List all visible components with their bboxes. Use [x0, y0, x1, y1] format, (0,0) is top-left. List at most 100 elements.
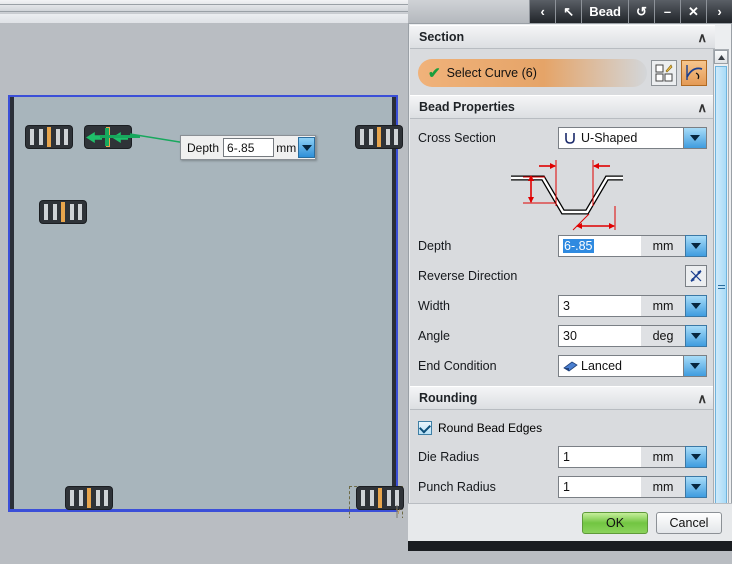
u-shape-icon — [559, 131, 581, 145]
select-curve-icon[interactable] — [681, 60, 707, 86]
depth-label: Depth — [418, 239, 452, 253]
inline-depth-input-box[interactable]: Depth 6-.85 mm — [180, 135, 316, 160]
reverse-direction-slot — [558, 265, 707, 287]
cancel-button[interactable]: Cancel — [656, 511, 722, 534]
width-stepper-button[interactable] — [685, 295, 707, 317]
dialog-titlebar-buttons[interactable]: ‹ ↖ Bead ↺ – ✕ › — [529, 0, 732, 23]
section-body-rounding: Round Bead Edges Die Radius 1 mm Punch R… — [410, 410, 715, 507]
select-curve-label: Select Curve (6) — [446, 66, 537, 80]
die-radius-stepper-button[interactable] — [685, 446, 707, 468]
ok-button[interactable]: OK — [582, 511, 648, 534]
cross-section-select[interactable]: U-Shaped — [558, 127, 707, 149]
sketch-glyph — [655, 64, 673, 82]
sketch-section-icon[interactable] — [651, 60, 677, 86]
cross-section-row: Cross Section U-Shaped — [418, 125, 707, 151]
u-shape-glyph — [565, 133, 575, 144]
part-edge-left — [10, 97, 14, 510]
rounding-title: Rounding — [419, 391, 478, 405]
angle-unit: deg — [641, 325, 685, 347]
die-radius-field[interactable]: 1 mm — [558, 446, 707, 468]
depth-input[interactable]: 6-.85 — [558, 235, 641, 257]
bead-dialog[interactable]: ‹ ↖ Bead ↺ – ✕ › Section ∧ ✔ Select Curv… — [408, 0, 732, 551]
bead-marker-stripe — [361, 490, 365, 506]
angle-field[interactable]: 30 deg — [558, 325, 707, 347]
bead-marker[interactable] — [356, 126, 402, 148]
angle-input[interactable]: 30 — [558, 325, 641, 347]
bead-marker-stripe — [56, 129, 60, 145]
depth-row: Depth 6-.85 mm — [418, 233, 707, 259]
bead-marker-stripe — [78, 204, 82, 220]
width-row: Width 3 mm — [418, 293, 707, 319]
bead-marker-stripe — [395, 490, 399, 506]
forward-arrow-icon[interactable]: › — [706, 0, 732, 23]
check-icon: ✔ — [428, 65, 441, 82]
round-bead-edges-row[interactable]: Round Bead Edges — [418, 417, 707, 439]
scroll-up-button[interactable] — [714, 50, 728, 64]
round-bead-edges-label: Round Bead Edges — [438, 421, 543, 435]
bead-marker-stripe — [70, 490, 74, 506]
chevron-down-icon — [691, 303, 701, 309]
angle-stepper-button[interactable] — [685, 325, 707, 347]
minimize-icon[interactable]: – — [654, 0, 680, 23]
select-curve-row[interactable]: ✔ Select Curve (6) — [418, 58, 707, 88]
bead-marker-center — [47, 127, 51, 147]
check-icon — [418, 420, 432, 434]
bead-marker[interactable] — [26, 126, 72, 148]
dialog-titlebar[interactable]: ‹ ↖ Bead ↺ – ✕ › — [408, 0, 732, 23]
round-bead-edges-checkbox[interactable] — [418, 420, 432, 435]
width-input[interactable]: 3 — [558, 295, 641, 317]
close-icon[interactable]: ✕ — [680, 0, 706, 23]
scrollbar-thumb[interactable] — [715, 66, 727, 510]
chevron-up-icon[interactable]: ∧ — [697, 101, 707, 114]
die-radius-input[interactable]: 1 — [558, 446, 641, 468]
cross-section-dropdown-button[interactable] — [683, 128, 706, 148]
dialog-body: Section ∧ ✔ Select Curve (6) Bead Proper… — [408, 23, 732, 535]
punch-radius-field[interactable]: 1 mm — [558, 476, 707, 498]
svg-text:Y: Y — [396, 509, 401, 516]
depth-field[interactable]: 6-.85 mm — [558, 235, 707, 257]
die-radius-label: Die Radius — [418, 450, 480, 464]
chevron-up-icon[interactable]: ∧ — [697, 392, 707, 405]
section-header-section[interactable]: Section ∧ — [410, 25, 715, 49]
graphics-viewport[interactable]: Y XC Y Depth 6-.85 mm — [0, 23, 408, 518]
end-condition-select[interactable]: Lanced — [558, 355, 707, 377]
reset-icon[interactable]: ↺ — [628, 0, 654, 23]
width-field[interactable]: 3 mm — [558, 295, 707, 317]
select-curve-button[interactable]: ✔ Select Curve (6) — [418, 59, 647, 87]
bead-marker-stripe — [79, 490, 83, 506]
pin-arrow-icon[interactable]: ↖ — [555, 0, 582, 23]
chevron-down-icon — [691, 454, 701, 460]
punch-radius-input[interactable]: 1 — [558, 476, 641, 498]
dialog-scroll-panel: Section ∧ ✔ Select Curve (6) Bead Proper… — [410, 25, 715, 511]
punch-radius-row: Punch Radius 1 mm — [418, 474, 707, 500]
bead-marker[interactable] — [66, 487, 112, 509]
dialog-scrollbar[interactable] — [713, 49, 729, 535]
section-body-bead-properties: Cross Section U-Shaped Depth 6-.85 mm Re… — [410, 119, 715, 386]
inline-depth-dropdown-button[interactable] — [298, 137, 315, 158]
bead-marker-stripe — [386, 129, 390, 145]
wcs-triad[interactable]: Y XC Y — [297, 505, 402, 518]
section-body-section: ✔ Select Curve (6) — [410, 49, 715, 95]
inline-depth-unit: mm — [276, 140, 297, 155]
end-condition-dropdown-button[interactable] — [683, 356, 706, 376]
chevron-up-icon — [717, 54, 725, 60]
cross-section-label: Cross Section — [418, 131, 496, 145]
inline-depth-value[interactable]: 6-.85 — [223, 138, 275, 157]
bead-marker-center — [61, 202, 65, 222]
bead-marker-stripe — [96, 490, 100, 506]
depth-stepper-button[interactable] — [685, 235, 707, 257]
width-label: Width — [418, 299, 450, 313]
punch-radius-unit: mm — [641, 476, 685, 498]
bead-marker[interactable] — [40, 201, 86, 223]
reverse-direction-button[interactable] — [685, 265, 707, 287]
punch-radius-stepper-button[interactable] — [685, 476, 707, 498]
section-header-bead-properties[interactable]: Bead Properties ∧ — [410, 95, 715, 119]
chevron-down-icon — [301, 144, 312, 151]
bead-marker-stripe — [30, 129, 34, 145]
back-arrow-icon[interactable]: ‹ — [529, 0, 556, 23]
depth-input-value: 6-.85 — [563, 239, 594, 253]
u-channel-diagram — [510, 160, 623, 231]
section-header-rounding[interactable]: Rounding ∧ — [410, 386, 715, 410]
lanced-icon — [559, 359, 581, 373]
chevron-up-icon[interactable]: ∧ — [697, 31, 707, 44]
